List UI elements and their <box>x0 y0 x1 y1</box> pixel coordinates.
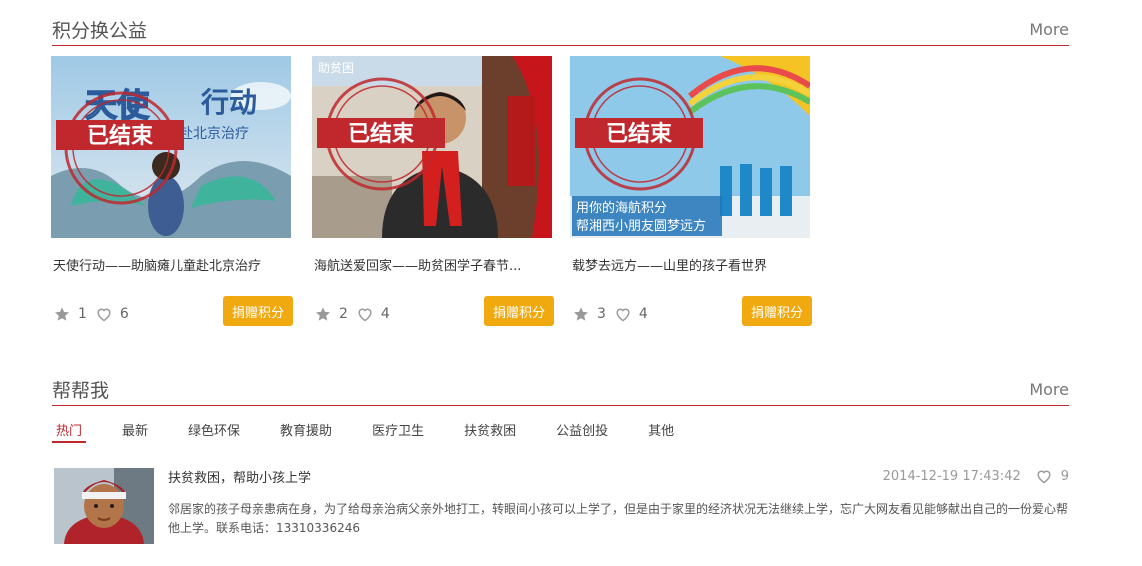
like-count: 6 <box>119 306 129 322</box>
svg-text:行动: 行动 <box>200 86 257 119</box>
svg-text:赴北京治疗: 赴北京治疗 <box>179 126 249 142</box>
help-list-item: 扶贫救困，帮助小孩上学 2014-12-19 17:43:42 9 邻居家的孩子… <box>54 466 1069 546</box>
project-stats: 2 4 <box>314 304 398 324</box>
project-image[interactable]: 用你的海航积分 帮湘西小朋友圆梦远方 已结束 <box>570 56 810 238</box>
section-header-help-me: 帮帮我 More <box>52 370 1069 406</box>
project-image[interactable]: 天使 行动 赴北京治疗 已结束 <box>51 56 291 238</box>
star-count: 3 <box>597 306 606 322</box>
tab-poverty[interactable]: 扶贫救困 <box>460 420 520 440</box>
more-link[interactable]: More <box>1029 20 1069 39</box>
tab-education[interactable]: 教育援助 <box>276 420 336 440</box>
star-icon[interactable] <box>572 305 590 323</box>
star-count: 2 <box>339 306 348 322</box>
heart-icon[interactable] <box>95 305 113 323</box>
svg-text:帮湘西小朋友圆梦远方: 帮湘西小朋友圆梦远方 <box>576 218 706 234</box>
help-item-description: 邻居家的孩子母亲患病在身，为了给母亲治病父亲外地打工，转眼间小孩可以上学了，但是… <box>168 502 1069 535</box>
svg-text:用你的海航积分: 用你的海航积分 <box>576 200 667 216</box>
svg-text:已结束: 已结束 <box>606 121 673 147</box>
donate-points-button[interactable]: 捐赠积分 <box>484 296 554 326</box>
svg-text:助贫困: 助贫困 <box>318 60 354 75</box>
tab-hot[interactable]: 热门 <box>52 420 87 443</box>
project-card: 助贫困 已结束 海航送爱回家——助贫困学子春节... 2 4 捐赠积分 <box>312 56 554 328</box>
help-item-meta: 2014-12-19 17:43:42 9 <box>883 467 1069 485</box>
project-stats: 3 4 <box>572 304 656 324</box>
like-count: 4 <box>380 306 390 322</box>
help-item-datetime: 2014-12-19 17:43:42 <box>882 468 1021 484</box>
more-link[interactable]: More <box>1029 380 1069 399</box>
star-icon[interactable] <box>314 305 332 323</box>
like-count: 4 <box>638 306 648 322</box>
help-item-image[interactable] <box>54 468 154 544</box>
tab-other[interactable]: 其他 <box>644 420 678 440</box>
donate-points-button[interactable]: 捐赠积分 <box>223 296 293 326</box>
tab-green[interactable]: 绿色环保 <box>184 420 244 440</box>
star-count: 1 <box>78 306 87 322</box>
section-header-points-charity: 积分换公益 More <box>52 10 1069 46</box>
project-title[interactable]: 载梦去远方——山里的孩子看世界 <box>572 255 804 274</box>
tab-latest[interactable]: 最新 <box>118 420 152 440</box>
like-count: 9 <box>1060 468 1069 484</box>
heart-icon[interactable] <box>356 305 374 323</box>
heart-icon[interactable] <box>1035 467 1053 485</box>
project-card: 用你的海航积分 帮湘西小朋友圆梦远方 已结束 载梦去远方——山里的孩子看世界 3… <box>570 56 812 328</box>
project-image[interactable]: 助贫困 已结束 <box>312 56 552 238</box>
tab-venture[interactable]: 公益创投 <box>552 420 612 440</box>
help-item-title[interactable]: 扶贫救困，帮助小孩上学 <box>168 467 311 486</box>
star-icon[interactable] <box>53 305 71 323</box>
project-title[interactable]: 天使行动——助脑瘫儿童赴北京治疗 <box>53 255 285 274</box>
section-title: 积分换公益 <box>52 20 148 42</box>
svg-text:已结束: 已结束 <box>348 121 415 147</box>
section-title: 帮帮我 <box>52 380 110 402</box>
donate-points-button[interactable]: 捐赠积分 <box>742 296 812 326</box>
category-tabs: 热门 最新 绿色环保 教育援助 医疗卫生 扶贫救困 公益创投 其他 <box>52 420 710 443</box>
heart-icon[interactable] <box>614 305 632 323</box>
svg-text:已结束: 已结束 <box>87 123 154 149</box>
tab-medical[interactable]: 医疗卫生 <box>368 420 428 440</box>
project-title[interactable]: 海航送爱回家——助贫困学子春节... <box>314 255 546 274</box>
project-stats: 1 6 <box>53 304 137 324</box>
project-card: 天使 行动 赴北京治疗 已结束 天使行动——助脑瘫儿童赴北京治疗 1 6 捐赠积… <box>51 56 293 328</box>
